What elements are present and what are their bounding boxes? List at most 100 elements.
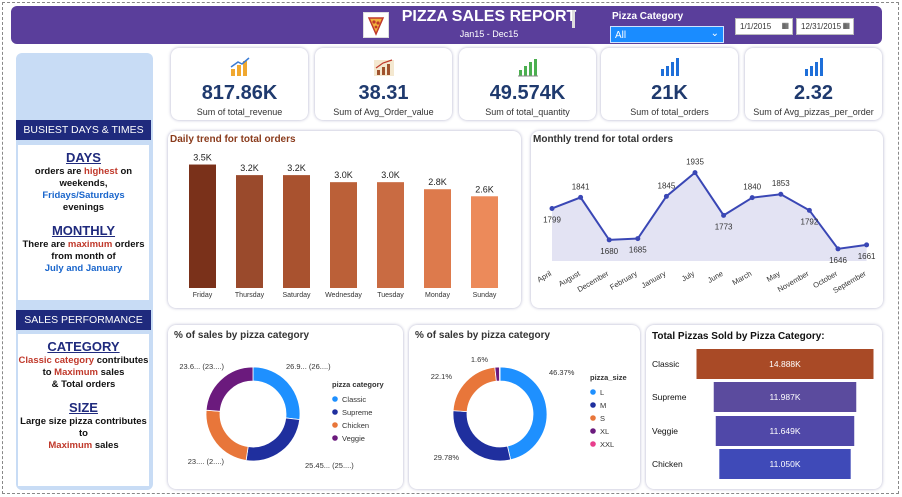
donut-slice-label: 26.9... (26....) bbox=[286, 362, 331, 371]
kpi-label: Sum of Avg_Order_value bbox=[333, 107, 434, 117]
monthly-point-label: 1845 bbox=[658, 181, 676, 190]
bar-chart-icon bbox=[661, 58, 679, 76]
donut-legend-swatch bbox=[332, 396, 338, 402]
kpi-label: Sum of total_revenue bbox=[196, 107, 283, 117]
size-text: to bbox=[79, 428, 88, 439]
date-from-value: 1/1/2015 bbox=[740, 22, 772, 31]
donut-slice-label: 23.6... (23....) bbox=[179, 362, 224, 371]
monthly-trend-chart: 1799April1841August1680December1685Febru… bbox=[535, 158, 876, 295]
category-highlight: Classic category bbox=[18, 355, 95, 366]
monthly-point bbox=[578, 194, 584, 200]
kpi-value: 21K bbox=[651, 82, 688, 104]
size-highlight: Maximum bbox=[48, 440, 93, 451]
monthly-point bbox=[778, 191, 784, 197]
donut-legend-swatch bbox=[590, 415, 596, 421]
daily-bar-category: Monday bbox=[425, 292, 450, 299]
kpi-card-revenue[interactable]: 817.86K Sum of total_revenue bbox=[171, 48, 308, 120]
daily-bar bbox=[471, 196, 498, 288]
calendar-icon[interactable]: ▦ bbox=[842, 21, 850, 30]
daily-bar-category: Sunday bbox=[473, 292, 497, 299]
monthly-trend-panel[interactable]: Monthly trend for total orders 1799 April… bbox=[531, 131, 883, 308]
monthly-point-label: 1646 bbox=[829, 256, 847, 265]
monthly-point-label: 1799 bbox=[543, 215, 561, 224]
kpi-card-avg-order-value[interactable]: 38.31 Sum of Avg_Order_value bbox=[315, 48, 452, 120]
daily-bar-value: 3.0K bbox=[334, 170, 353, 180]
size-donut-panel[interactable]: % of sales by pizza category 46.37% 29.78… bbox=[409, 325, 640, 489]
category-heading: CATEGORY bbox=[47, 339, 120, 354]
daily-bar bbox=[330, 182, 357, 288]
donut-legend-swatch bbox=[332, 409, 338, 415]
size-heading: SIZE bbox=[69, 400, 98, 415]
category-text: contributes bbox=[94, 355, 149, 366]
donut-slice-label: 1.6% bbox=[471, 355, 488, 364]
daily-bar-category: Friday bbox=[193, 292, 213, 299]
donut-legend-swatch bbox=[590, 402, 596, 408]
monthly-month-label: April bbox=[535, 269, 553, 284]
donut-legend-label: S bbox=[600, 414, 605, 423]
page-subtitle: Jan15 - Dec15 bbox=[459, 29, 519, 39]
category-text: to bbox=[42, 367, 55, 378]
kpi-card-total-quantity[interactable]: 49.574K Sum of total_quantity bbox=[459, 48, 596, 120]
daily-bar bbox=[377, 182, 404, 288]
monthly-highlight: maximum bbox=[67, 239, 113, 250]
donut-slice bbox=[205, 409, 249, 461]
monthly-month-label: May bbox=[765, 269, 782, 284]
size-text: Large size pizza contributes bbox=[20, 416, 147, 427]
date-to-input[interactable]: 12/31/2015 ▦ bbox=[796, 18, 854, 35]
funnel-category-label: Veggie bbox=[652, 426, 678, 436]
daily-bar bbox=[236, 175, 263, 288]
monthly-month-label: June bbox=[706, 269, 725, 285]
daily-trend-chart: 3.5K Friday 3.2K Thursday 3.2K Saturday 3.0K We… bbox=[189, 153, 498, 299]
donut-legend-label: Veggie bbox=[342, 434, 365, 443]
kpi-value: 2.32 bbox=[794, 82, 833, 104]
days-highlight: Fridays/Saturdays bbox=[42, 190, 125, 201]
monthly-heading: MONTHLY bbox=[51, 223, 116, 238]
category-filter-dropdown[interactable]: All ⌄ bbox=[610, 26, 724, 43]
monthly-point bbox=[549, 205, 555, 211]
donut-legend-swatch bbox=[590, 428, 596, 434]
category-highlight: Maximum bbox=[54, 367, 98, 378]
funnel-category-label: Supreme bbox=[652, 392, 687, 402]
category-donut-panel[interactable]: % of sales by pizza category 26.9... (26… bbox=[168, 325, 403, 489]
daily-bar-value: 3.5K bbox=[193, 153, 212, 163]
days-highlight: highest bbox=[84, 166, 118, 177]
kpi-label: Sum of total_orders bbox=[630, 107, 709, 117]
kpi-card-total-orders[interactable]: 21K Sum of total_orders bbox=[601, 48, 738, 120]
donut-legend-swatch bbox=[590, 389, 596, 395]
donut-legend-label: L bbox=[600, 388, 604, 397]
funnel-bar-value: 14.888K bbox=[769, 359, 801, 369]
donut-legend-swatch bbox=[332, 435, 338, 441]
daily-bar bbox=[189, 164, 216, 288]
daily-trend-panel[interactable]: Daily trend for total orders 3.5K Friday 3… bbox=[168, 131, 521, 308]
daily-bar-value: 2.8K bbox=[428, 177, 447, 187]
monthly-point-label: 1792 bbox=[801, 217, 819, 226]
sales-performance-header: SALES PERFORMANCE bbox=[16, 310, 151, 330]
monthly-text: from month of bbox=[51, 251, 116, 262]
kpi-value: 38.31 bbox=[358, 82, 409, 104]
funnel-bar-value: 11.050K bbox=[769, 459, 800, 469]
monthly-month-label: September bbox=[831, 269, 868, 295]
daily-bar-category: Saturday bbox=[282, 292, 311, 299]
days-text: weekends, bbox=[59, 178, 108, 189]
date-from-input[interactable]: 1/1/2015 ▦ bbox=[735, 18, 793, 35]
monthly-area bbox=[552, 172, 867, 261]
monthly-point bbox=[663, 193, 669, 199]
monthly-month-label: July bbox=[680, 269, 696, 284]
donut-slice-label: 25.45... (25....) bbox=[305, 461, 354, 470]
donut-slice bbox=[452, 366, 497, 413]
days-text: evenings bbox=[62, 202, 105, 213]
monthly-month-label: February bbox=[608, 269, 639, 292]
quantity-chart-icon bbox=[518, 59, 538, 77]
monthly-point bbox=[806, 207, 812, 213]
monthly-point bbox=[606, 237, 612, 243]
donut-slice bbox=[205, 366, 254, 412]
daily-bar-category: Thursday bbox=[235, 292, 265, 299]
pizzas-sold-panel[interactable]: Total Pizzas Sold by Pizza Category: 14.… bbox=[646, 325, 882, 489]
bar-chart-icon bbox=[805, 58, 823, 76]
kpi-card-avg-pizzas-per-order[interactable]: 2.32 Sum of Avg_pizzas_per_order bbox=[745, 48, 882, 120]
daily-bar-value: 3.2K bbox=[240, 163, 259, 173]
monthly-text: There are bbox=[22, 239, 68, 250]
donut-legend-title: pizza category bbox=[332, 380, 385, 389]
funnel-bar-value: 11.987K bbox=[769, 392, 800, 402]
calendar-icon[interactable]: ▦ bbox=[781, 21, 789, 30]
